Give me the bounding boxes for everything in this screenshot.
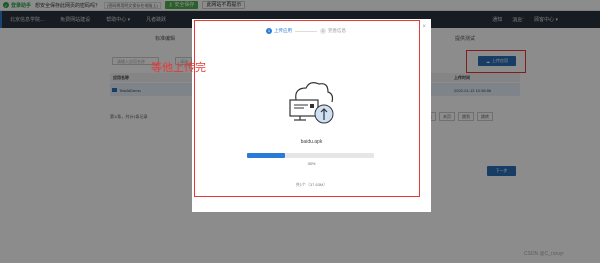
annotation-box-modal	[194, 20, 420, 197]
close-icon[interactable]: ×	[422, 24, 426, 30]
annotation-text: 等他上传完	[151, 61, 206, 74]
